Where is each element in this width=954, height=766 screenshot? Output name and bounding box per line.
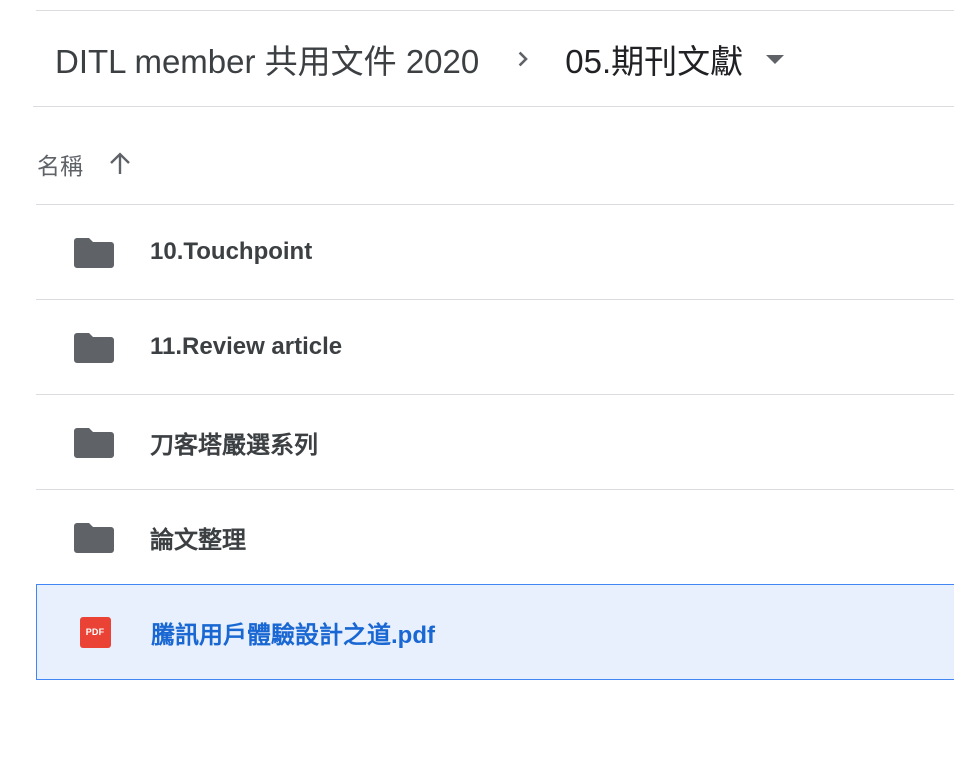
file-row-dokuta-series[interactable]: 刀客塔嚴選系列 — [36, 394, 954, 489]
folder-icon — [74, 235, 114, 269]
breadcrumb-parent[interactable]: DITL member 共用文件 2020 — [55, 35, 479, 83]
column-header-name-label[interactable]: 名稱 — [37, 147, 83, 181]
arrow-drop-down-icon[interactable] — [765, 49, 785, 69]
arrow-upward-icon[interactable] — [105, 149, 135, 179]
file-list: 10.Touchpoint 11.Review article 刀客塔嚴選系列 … — [36, 204, 954, 680]
file-row-tencent-ux-pdf[interactable]: PDF 騰訊用戶體驗設計之道.pdf — [36, 584, 954, 680]
file-name: 騰訊用戶體驗設計之道.pdf — [151, 621, 435, 649]
file-name: 11.Review article — [150, 333, 343, 360]
pdf-icon: PDF — [75, 615, 115, 649]
chevron-right-icon — [511, 47, 535, 71]
column-header-name: 名稱 — [37, 142, 135, 186]
header-divider — [33, 106, 954, 107]
folder-icon — [74, 330, 114, 364]
file-name: 論文整理 — [150, 526, 246, 554]
file-row-review-article[interactable]: 11.Review article — [36, 299, 954, 394]
file-row-paper-notes[interactable]: 論文整理 — [36, 489, 954, 584]
top-divider — [36, 10, 954, 11]
breadcrumb: DITL member 共用文件 2020 05.期刊文獻 — [55, 36, 785, 82]
file-row-touchpoint[interactable]: 10.Touchpoint — [36, 204, 954, 299]
pdf-icon-badge: PDF — [79, 616, 111, 648]
folder-icon — [74, 425, 114, 459]
breadcrumb-current[interactable]: 05.期刊文獻 — [565, 35, 743, 83]
folder-icon — [74, 520, 114, 554]
file-name: 刀客塔嚴選系列 — [150, 431, 318, 459]
file-name: 10.Touchpoint — [150, 238, 313, 265]
